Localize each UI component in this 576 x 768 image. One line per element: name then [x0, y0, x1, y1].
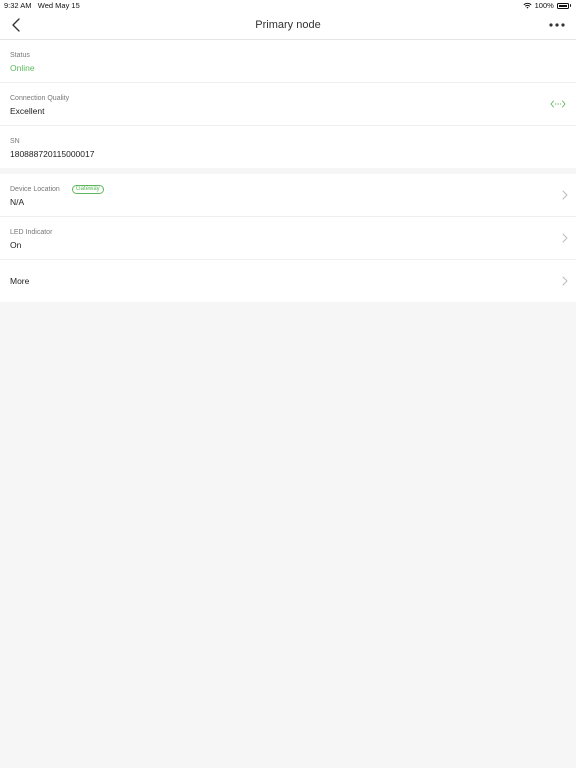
status-value: Online	[10, 63, 35, 73]
device-location-label: Device Location	[10, 186, 60, 193]
status-date: Wed May 15	[37, 1, 80, 10]
status-bar: 9:32 AM Wed May 15 100%	[0, 0, 576, 12]
connection-quality-label: Connection Quality	[10, 95, 70, 102]
device-location-value: N/A	[10, 197, 25, 207]
device-info-group: Status Online Connection Quality Excelle…	[0, 40, 576, 168]
chevron-right-icon	[562, 276, 568, 286]
led-indicator-row[interactable]: LED Indicator On	[0, 217, 576, 260]
battery-cap	[569, 4, 571, 7]
device-settings-group: Device Location Gateway N/A LED Indicato…	[0, 174, 576, 302]
sn-label: SN	[10, 138, 20, 145]
chevron-right-icon	[562, 233, 568, 243]
more-row[interactable]: More	[0, 260, 576, 302]
connection-quality-value: Excellent	[10, 106, 45, 116]
navigation-bar: Primary node	[0, 12, 576, 40]
device-location-row[interactable]: Device Location Gateway N/A	[0, 174, 576, 217]
led-indicator-value: On	[10, 240, 22, 250]
status-label: Status	[10, 52, 30, 59]
sn-row: SN 180888720115000017	[0, 126, 576, 168]
connection-quality-row: Connection Quality Excellent	[0, 83, 576, 126]
led-indicator-label: LED Indicator	[10, 229, 53, 236]
status-indicators: 100%	[523, 1, 571, 10]
wifi-icon	[523, 2, 532, 9]
more-options-icon[interactable]	[548, 18, 566, 32]
chevron-right-icon	[562, 190, 568, 200]
page-title: Primary node	[255, 19, 321, 31]
battery-percent: 100%	[534, 1, 554, 10]
status-row: Status Online	[0, 40, 576, 83]
status-time: 9:32 AM	[4, 1, 32, 10]
more-label: More	[10, 276, 30, 286]
status-time-date: 9:32 AM Wed May 15	[4, 1, 80, 10]
connection-quality-icon	[550, 100, 566, 108]
gateway-badge: Gateway	[72, 185, 104, 194]
battery-icon	[556, 2, 569, 9]
sn-value: 180888720115000017	[10, 149, 95, 159]
